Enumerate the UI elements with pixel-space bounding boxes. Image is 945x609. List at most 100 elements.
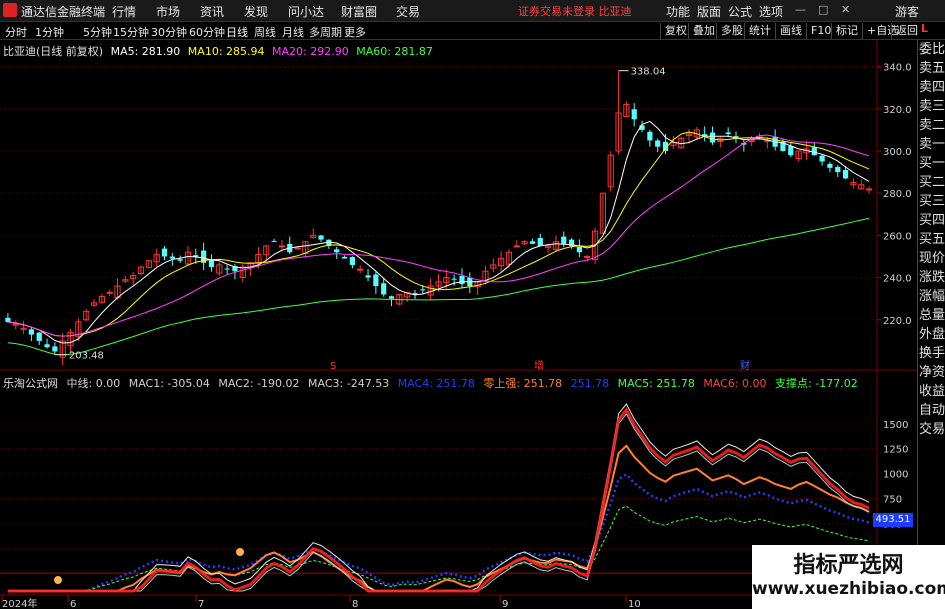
candle-body: [725, 132, 731, 135]
menu-item[interactable]: 问小达: [288, 3, 324, 20]
sidebar-item[interactable]: 委比: [918, 40, 945, 59]
menu-item[interactable]: 发现: [244, 3, 268, 20]
sidebar-item[interactable]: 卖二: [918, 116, 945, 135]
sidebar-item[interactable]: 净资: [918, 363, 945, 382]
function-menu-item[interactable]: 版面: [697, 3, 721, 20]
watermark-title: 指标严选网: [793, 553, 904, 578]
sidebar-item[interactable]: 卖三: [918, 97, 945, 116]
indicator-legend-item: 中线: 0.00: [66, 377, 121, 390]
candle-body: [420, 289, 426, 291]
period-tab[interactable]: 15分钟: [113, 24, 149, 40]
date-tick-label: 8: [352, 599, 358, 609]
candle-body: [631, 109, 637, 120]
guest-label[interactable]: 游客: [895, 3, 919, 20]
title-bar: 通达信金融终端 证券交易未登录 比亚迪 游客 行情 市场 资讯 发现 问小达 财富圈 交易 功…: [0, 0, 945, 22]
candle-body: [318, 235, 324, 240]
sidebar-item[interactable]: 买三: [918, 192, 945, 211]
candle-body: [224, 268, 230, 270]
indicator-legend: 乐淘公式网 中线: 0.00 MAC1: -305.04 MAC2: -190.…: [3, 375, 858, 391]
menu-item[interactable]: 财富圈: [341, 3, 377, 20]
indicator-tick-label: 1500: [883, 420, 908, 431]
window-control-icon[interactable]: □: [818, 3, 828, 16]
toolbar-button[interactable]: 返回: [891, 23, 922, 39]
sidebar-item[interactable]: 买五: [918, 230, 945, 249]
period-tab[interactable]: 分时: [5, 24, 27, 40]
sidebar-item[interactable]: 总量: [918, 306, 945, 325]
candle-body: [5, 317, 11, 322]
mac1-line: [7, 403, 870, 592]
event-marker: 增: [534, 359, 544, 372]
candle-body: [177, 259, 183, 261]
toolbar-button[interactable]: 画线: [775, 23, 806, 39]
price-tick-label: 240.0: [883, 274, 912, 285]
sidebar-item[interactable]: 卖四: [918, 78, 945, 97]
indicator-tick-label: 750: [883, 494, 902, 505]
sidebar-item[interactable]: 外盘: [918, 325, 945, 344]
sidebar-item[interactable]: 交易: [918, 420, 945, 439]
candle-body: [819, 155, 825, 162]
ma10-line: [7, 131, 870, 337]
toolbar-button[interactable]: 统计: [744, 23, 775, 39]
sidebar-item[interactable]: 买二: [918, 173, 945, 192]
candle-body: [341, 256, 348, 259]
candle-body: [381, 283, 387, 295]
toolbar-button[interactable]: 复权: [660, 23, 691, 39]
sidebar-item[interactable]: 买一: [918, 154, 945, 173]
price-tick-label: 220.0: [883, 316, 912, 327]
window-control-icon[interactable]: —: [795, 3, 806, 16]
period-tab[interactable]: 1分钟: [35, 24, 64, 40]
toolbar-button[interactable]: 标记: [831, 23, 862, 39]
period-tab[interactable]: 5分钟: [83, 24, 112, 40]
indicator-legend-item: MAC3: -247.53: [304, 377, 390, 390]
corner-badge: L: [921, 22, 929, 35]
period-tab[interactable]: 30分钟: [151, 24, 187, 40]
price-tick-label: 300.0: [883, 147, 912, 158]
sidebar-item[interactable]: 卖五: [918, 59, 945, 78]
function-menu-item[interactable]: 公式: [728, 3, 752, 20]
orange-line: [7, 444, 870, 592]
function-menu-item[interactable]: 功能: [666, 3, 690, 20]
app-title: 通达信金融终端: [21, 5, 106, 19]
menu-item[interactable]: 行情: [112, 3, 136, 20]
date-tick-label: 9: [502, 599, 508, 609]
indicator-legend-item: 支撑点: -177.02: [771, 377, 858, 390]
period-tab[interactable]: 周线: [254, 24, 276, 40]
candle-body: [365, 275, 371, 278]
menu-item[interactable]: 交易: [396, 3, 420, 20]
price-tick-label: 340.0: [883, 63, 912, 74]
event-marker: 财: [740, 359, 750, 372]
candle-body: [655, 140, 661, 147]
indicator-name[interactable]: 乐淘公式网: [3, 377, 58, 390]
watermark-url: www.xuezhibiao.com: [752, 579, 945, 599]
period-tab[interactable]: 月线: [282, 24, 304, 40]
menu-item[interactable]: 资讯: [200, 3, 224, 20]
period-tab[interactable]: 更多: [344, 24, 366, 40]
sidebar-item[interactable]: 现价: [918, 249, 945, 268]
login-status[interactable]: 证券交易未登录 比亚迪: [518, 3, 632, 19]
candle-body: [529, 241, 536, 244]
period-tab[interactable]: 多周期: [309, 24, 342, 40]
sidebar-item[interactable]: 涨跌: [918, 268, 945, 287]
sidebar-item[interactable]: 换手: [918, 344, 945, 363]
period-tab[interactable]: 60分钟: [189, 24, 225, 40]
sidebar-item[interactable]: 涨幅: [918, 287, 945, 306]
period-tab[interactable]: 日线: [226, 24, 248, 40]
window-control-icon[interactable]: ✕: [841, 3, 850, 16]
menu-item[interactable]: 市场: [156, 3, 180, 20]
candle-body: [169, 256, 175, 259]
indicator-legend-item: MAC4: 251.78: [394, 377, 475, 390]
sidebar-item[interactable]: 自动: [918, 401, 945, 420]
candle-body: [278, 245, 286, 248]
indicator-legend-item: 251.78: [567, 377, 610, 390]
indicator-legend-item: MAC5: 251.78: [614, 377, 695, 390]
toolbar-button[interactable]: 叠加: [688, 23, 719, 39]
function-menu-item[interactable]: 选项: [759, 3, 783, 20]
candle-body: [865, 188, 873, 191]
chart-area: 340.0 320.0 300.0 280.0 260.0 240.0 220.0 338.0…: [0, 40, 917, 609]
toolbar-button[interactable]: 多股: [716, 23, 747, 39]
sidebar-item[interactable]: 收益: [918, 382, 945, 401]
candle-body: [36, 332, 42, 341]
sidebar-item[interactable]: 卖一: [918, 135, 945, 154]
signal-hand-icon: [236, 548, 244, 556]
sidebar-item[interactable]: 买四: [918, 211, 945, 230]
